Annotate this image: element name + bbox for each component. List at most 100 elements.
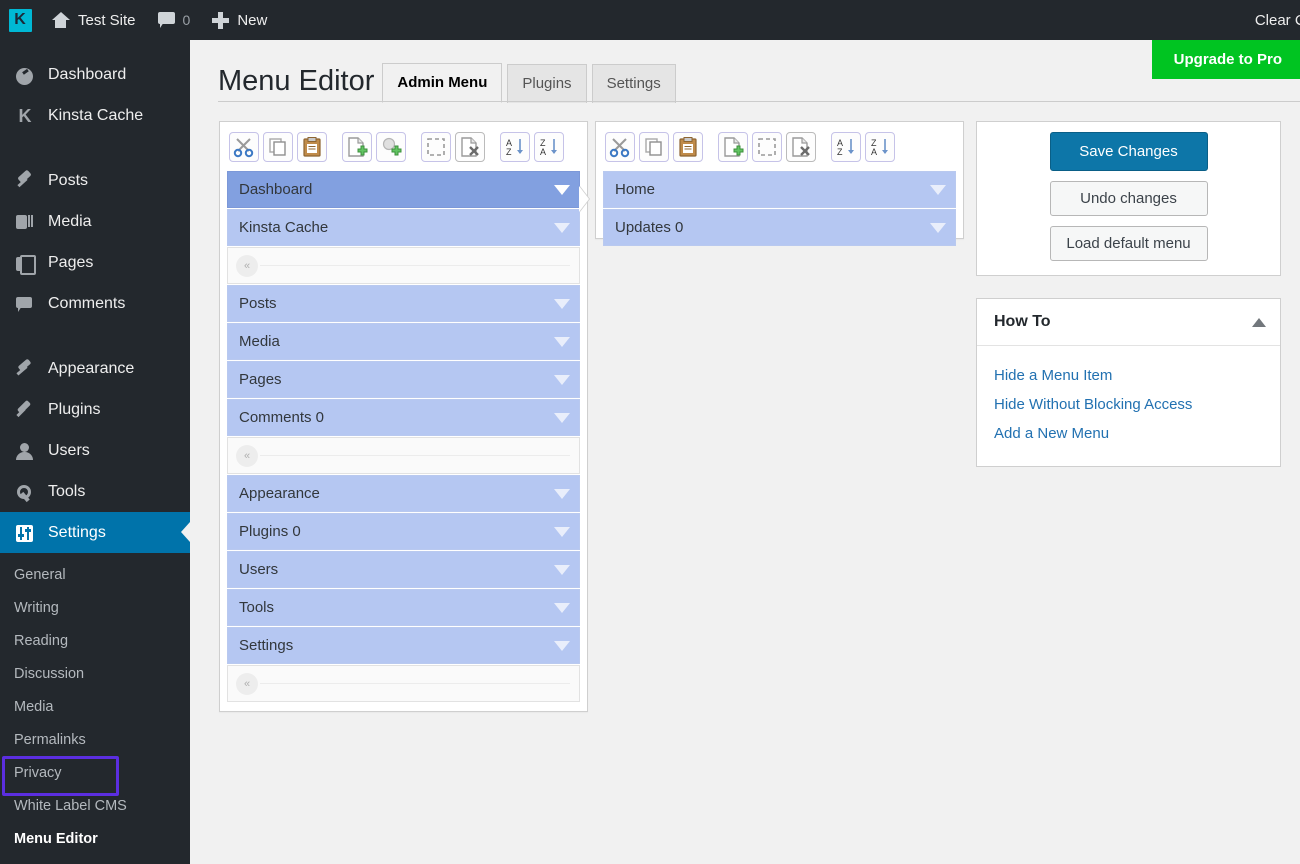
chevron-down-icon[interactable] <box>554 185 570 195</box>
new-content-menu[interactable]: New <box>201 0 278 40</box>
chevron-down-icon[interactable] <box>554 641 570 651</box>
save-changes-button[interactable]: Save Changes <box>1050 132 1208 171</box>
submenu-row-updates[interactable]: Updates 0 <box>603 209 956 246</box>
sidebar-item-label: Dashboard <box>48 66 126 84</box>
sidebar-item-dashboard[interactable]: Dashboard <box>0 54 190 95</box>
how-to-link-hide-a-menu-item[interactable]: Hide a Menu Item <box>994 361 1263 390</box>
sidebar-item-label: Settings <box>48 524 106 542</box>
menu-row-tools[interactable]: Tools <box>227 589 580 626</box>
new-item-button[interactable] <box>342 132 372 162</box>
how-to-link-add-a-new-menu[interactable]: Add a New Menu <box>994 419 1263 448</box>
pages-icon <box>14 253 36 273</box>
submenu-delete-button[interactable] <box>786 132 816 162</box>
submenu-list: Home Updates 0 <box>603 171 956 246</box>
actions-panel: Save Changes Undo changes Load default m… <box>976 121 1281 276</box>
chevron-down-icon[interactable] <box>554 565 570 575</box>
menu-row-appearance[interactable]: Appearance <box>227 475 580 512</box>
menu-row-media[interactable]: Media <box>227 323 580 360</box>
menu-row-separator-1[interactable]: « <box>227 247 580 284</box>
submenu-panel: A Z Z A Home <box>595 121 964 239</box>
copy-button[interactable] <box>263 132 293 162</box>
separator-handle-icon[interactable]: « <box>236 673 258 695</box>
sidebar-item-appearance[interactable]: Appearance <box>0 348 190 389</box>
submenu-sort-ascending-button[interactable]: A Z <box>831 132 861 162</box>
submenu-item-reading[interactable]: Reading <box>0 625 190 658</box>
menu-row-settings[interactable]: Settings <box>227 627 580 664</box>
submenu-item-white-label-cms[interactable]: White Label CMS <box>0 790 190 823</box>
sidebar-item-kinsta-cache[interactable]: K Kinsta Cache <box>0 95 190 136</box>
submenu-paste-button[interactable] <box>673 132 703 162</box>
kinsta-logo-icon[interactable]: K <box>0 0 40 40</box>
kinsta-logo-letter: K <box>9 9 32 32</box>
hide-button[interactable] <box>421 132 451 162</box>
chevron-down-icon[interactable] <box>554 299 570 309</box>
sidebar-item-posts[interactable]: Posts <box>0 160 190 201</box>
chevron-down-icon[interactable] <box>930 185 946 195</box>
how-to-link-hide-without-blocking-access[interactable]: Hide Without Blocking Access <box>994 390 1263 419</box>
tab-settings[interactable]: Settings <box>592 64 676 103</box>
chevron-up-icon[interactable] <box>1252 318 1266 327</box>
sidebar-item-pages[interactable]: Pages <box>0 242 190 283</box>
submenu-copy-button[interactable] <box>639 132 669 162</box>
chevron-down-icon[interactable] <box>554 489 570 499</box>
menu-row-plugins[interactable]: Plugins 0 <box>227 513 580 550</box>
submenu-new-item-button[interactable] <box>718 132 748 162</box>
menu-row-comments[interactable]: Comments 0 <box>227 399 580 436</box>
sidebar-item-comments[interactable]: Comments <box>0 283 190 324</box>
separator-handle-icon[interactable]: « <box>236 445 258 467</box>
submenu-item-discussion[interactable]: Discussion <box>0 658 190 691</box>
toolbar-divider-3 <box>489 132 496 162</box>
brush-icon <box>14 359 36 379</box>
undo-changes-button[interactable]: Undo changes <box>1050 181 1208 216</box>
submenu-item-media[interactable]: Media <box>0 691 190 724</box>
sidebar-item-settings[interactable]: Settings <box>0 512 190 553</box>
menu-row-label: Comments 0 <box>239 409 324 426</box>
chevron-down-icon[interactable] <box>554 375 570 385</box>
submenu-cut-button[interactable] <box>605 132 635 162</box>
submenu-row-home[interactable]: Home <box>603 171 956 208</box>
chevron-down-icon[interactable] <box>554 413 570 423</box>
site-name-menu[interactable]: Test Site <box>40 0 147 40</box>
menu-row-users[interactable]: Users <box>227 551 580 588</box>
how-to-header[interactable]: How To <box>977 299 1280 346</box>
tab-admin-menu[interactable]: Admin Menu <box>382 63 502 103</box>
menu-row-kinsta-cache[interactable]: Kinsta Cache <box>227 209 580 246</box>
cut-button[interactable] <box>229 132 259 162</box>
menu-row-dashboard[interactable]: Dashboard <box>227 171 580 208</box>
submenu-item-general[interactable]: General <box>0 559 190 592</box>
tab-plugins[interactable]: Plugins <box>507 64 586 103</box>
submenu-item-menu-editor[interactable]: Menu Editor <box>0 823 190 856</box>
menu-row-separator-2[interactable]: « <box>227 437 580 474</box>
submenu-item-privacy[interactable]: Privacy <box>0 757 190 790</box>
sidebar-item-plugins[interactable]: Plugins <box>0 389 190 430</box>
menu-row-pages[interactable]: Pages <box>227 361 580 398</box>
menu-row-label: Media <box>239 333 280 350</box>
sidebar-item-users[interactable]: Users <box>0 430 190 471</box>
sidebar-item-tools[interactable]: Tools <box>0 471 190 512</box>
how-to-links: Hide a Menu Item Hide Without Blocking A… <box>977 346 1280 466</box>
submenu-hide-button[interactable] <box>752 132 782 162</box>
menu-row-posts[interactable]: Posts <box>227 285 580 322</box>
submenu-item-permalinks[interactable]: Permalinks <box>0 724 190 757</box>
chevron-down-icon[interactable] <box>554 223 570 233</box>
sort-ascending-button[interactable]: A Z <box>500 132 530 162</box>
submenu-item-writing[interactable]: Writing <box>0 592 190 625</box>
paste-button[interactable] <box>297 132 327 162</box>
sidebar-item-label: Tools <box>48 483 85 501</box>
chevron-down-icon[interactable] <box>554 603 570 613</box>
sidebar-item-media[interactable]: Media <box>0 201 190 242</box>
submenu-sort-descending-button[interactable]: Z A <box>865 132 895 162</box>
load-default-menu-button[interactable]: Load default menu <box>1050 226 1208 261</box>
editor-sidebar: Save Changes Undo changes Load default m… <box>976 121 1281 712</box>
chevron-down-icon[interactable] <box>930 223 946 233</box>
delete-button[interactable] <box>455 132 485 162</box>
chevron-down-icon[interactable] <box>554 527 570 537</box>
menu-row-separator-3[interactable]: « <box>227 665 580 702</box>
separator-handle-icon[interactable]: « <box>236 255 258 277</box>
new-separator-button[interactable] <box>376 132 406 162</box>
chevron-down-icon[interactable] <box>554 337 570 347</box>
comment-icon <box>14 294 36 314</box>
sort-descending-button[interactable]: Z A <box>534 132 564 162</box>
clear-cache-menu[interactable]: Clear Ca <box>1244 0 1300 40</box>
comments-bubble[interactable]: 0 <box>147 0 202 40</box>
